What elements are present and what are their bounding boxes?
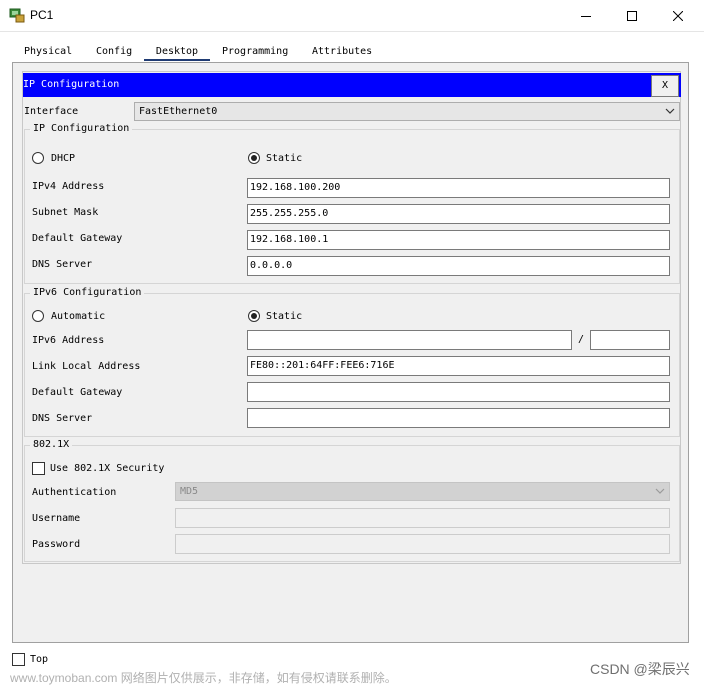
- interface-select[interactable]: FastEthernet0: [134, 102, 680, 121]
- ipv6-prefix-field[interactable]: [590, 330, 670, 350]
- interface-label: Interface: [24, 106, 79, 117]
- dot1x-group-title: 802.1X: [30, 439, 73, 450]
- password-label: Password: [32, 539, 81, 550]
- ip-config-close-button[interactable]: X: [651, 75, 679, 97]
- ipv6-dns-label: DNS Server: [32, 413, 93, 424]
- link-local-field[interactable]: FE80::201:64FF:FEE6:716E: [247, 356, 670, 376]
- chevron-down-icon: [665, 108, 675, 114]
- tab-programming[interactable]: Programming: [214, 42, 297, 61]
- ipv4-address-label: IPv4 Address: [32, 181, 105, 192]
- chevron-down-icon: [655, 488, 665, 494]
- use-8021x-checkbox[interactable]: [32, 462, 45, 475]
- pc-app-icon: [9, 7, 25, 23]
- window-title: PC1: [30, 8, 54, 22]
- tab-physical[interactable]: Physical: [16, 42, 81, 61]
- ipv6-address-label: IPv6 Address: [32, 335, 105, 346]
- ipv4-static-radio[interactable]: [248, 152, 260, 164]
- ipv4-dns-field[interactable]: 0.0.0.0: [247, 256, 670, 276]
- ipv4-dns-label: DNS Server: [32, 259, 93, 270]
- use-8021x-label: Use 802.1X Security: [50, 463, 165, 474]
- ipv4-gateway-field[interactable]: 192.168.100.1: [247, 230, 670, 250]
- ipv6-static-label: Static: [266, 311, 303, 322]
- close-icon[interactable]: [655, 0, 701, 31]
- ipv6-static-radio[interactable]: [248, 310, 260, 322]
- ip-config-header: IP Configuration: [23, 73, 681, 97]
- password-field[interactable]: [175, 534, 670, 554]
- tab-desktop[interactable]: Desktop: [144, 42, 210, 61]
- ipv6-automatic-radio[interactable]: [32, 310, 44, 322]
- ipv6-group-title: IPv6 Configuration: [30, 287, 145, 298]
- ipv4-gateway-label: Default Gateway: [32, 233, 123, 244]
- top-label: Top: [30, 654, 49, 665]
- tab-config[interactable]: Config: [88, 42, 141, 61]
- subnet-mask-label: Subnet Mask: [32, 207, 99, 218]
- ipv6-address-field[interactable]: [247, 330, 572, 350]
- dhcp-radio[interactable]: [32, 152, 44, 164]
- ipv6-dns-field[interactable]: [247, 408, 670, 428]
- ipv6-automatic-label: Automatic: [51, 311, 106, 322]
- ip-config-title: IP Configuration: [23, 79, 120, 90]
- tab-attributes[interactable]: Attributes: [304, 42, 381, 61]
- ipv4-static-label: Static: [266, 153, 303, 164]
- subnet-mask-field[interactable]: 255.255.255.0: [247, 204, 670, 224]
- csdn-credit: CSDN @梁辰兴: [590, 661, 690, 677]
- dhcp-label: DHCP: [51, 153, 76, 164]
- username-field[interactable]: [175, 508, 670, 528]
- authentication-label: Authentication: [32, 487, 117, 498]
- top-checkbox[interactable]: [12, 653, 25, 666]
- minimize-icon[interactable]: [563, 0, 609, 31]
- prefix-separator: /: [578, 334, 585, 345]
- watermark-text: www.toymoban.com 网络图片仅供展示，非存储，如有侵权请联系删除。: [10, 671, 397, 685]
- ipv6-gateway-label: Default Gateway: [32, 387, 123, 398]
- authentication-select[interactable]: MD5: [175, 482, 670, 501]
- authentication-value: MD5: [180, 486, 199, 497]
- interface-value: FastEthernet0: [139, 106, 218, 117]
- maximize-icon[interactable]: [609, 0, 655, 31]
- link-local-label: Link Local Address: [32, 361, 141, 372]
- ipv4-address-field[interactable]: 192.168.100.200: [247, 178, 670, 198]
- ipv4-group-title: IP Configuration: [30, 123, 133, 134]
- username-label: Username: [32, 513, 81, 524]
- ipv6-gateway-field[interactable]: [247, 382, 670, 402]
